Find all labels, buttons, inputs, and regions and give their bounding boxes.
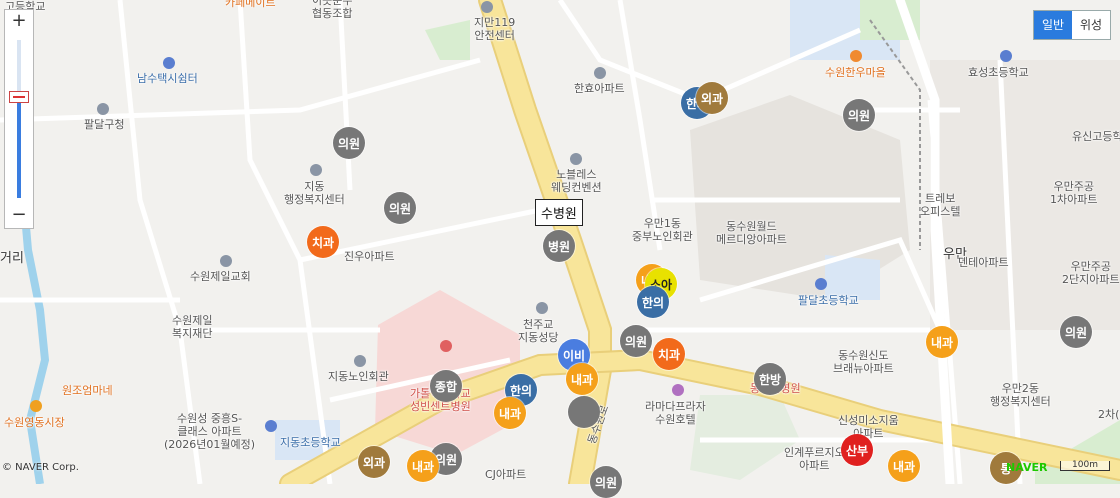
place-label: 지만119 안전센터 [474, 16, 516, 42]
church-icon [220, 255, 232, 267]
taxi-icon [163, 57, 175, 69]
internal-medicine-marker[interactable]: 내과 [926, 326, 958, 358]
internal-medicine-marker[interactable]: 내과 [888, 450, 920, 482]
place-label: 라마다프라자 수원호텔 [645, 400, 706, 426]
place-label: 수원제일 복지재단 [172, 314, 213, 340]
wedding-hall-icon [570, 153, 582, 165]
zoom-slider-handle[interactable] [9, 90, 29, 103]
internal-medicine-marker[interactable]: 내과 [494, 397, 526, 429]
surgery-marker[interactable]: 외과 [696, 82, 728, 114]
obstetrics-marker[interactable]: 산부 [841, 434, 873, 466]
place-label: CJ아파트 [485, 468, 527, 481]
government-office-icon [310, 164, 322, 176]
place-label: 지동노인회관 [328, 370, 389, 383]
place-label: 카페메이트 [225, 0, 276, 9]
school-icon [265, 420, 277, 432]
general-hospital-marker[interactable]: 종합 [430, 370, 462, 402]
place-label: 효성초등학교 [968, 66, 1029, 79]
internal-medicine-marker[interactable]: 내과 [566, 363, 598, 395]
hospital-tooltip: 수병원 [535, 199, 583, 226]
market-icon [30, 400, 42, 412]
place-label: 동수원신도 브래뉴아파트 [833, 349, 894, 375]
dental-marker[interactable]: 치과 [653, 338, 685, 370]
place-label: 원조엄마네 [62, 384, 113, 397]
naver-logo: NAVER [1006, 461, 1048, 474]
place-label: 인계푸르지오 아파트 [784, 446, 845, 472]
place-label: 우만1동 중부노인회관 [632, 217, 693, 243]
place-label: 수원한우마을 [825, 66, 886, 79]
clinic-marker[interactable]: 의원 [590, 466, 622, 498]
place-label: 한효아파트 [574, 82, 625, 95]
hospital-icon [440, 340, 452, 352]
place-label: 수원성 중흥S- 클래스 아파트 (2026년01월예정) [164, 412, 256, 451]
map-type-satellite-button[interactable]: 위성 [1072, 11, 1110, 39]
fire-station-icon [481, 1, 493, 13]
place-label: 동수원월드 메르디앙아파트 [716, 220, 787, 246]
scale-bar: 100m [1060, 461, 1110, 471]
place-label: 우만주공 1차아파트 [1050, 180, 1098, 206]
zoom-out-button[interactable]: − [5, 204, 33, 226]
place-label: 트레보 오피스텔 [920, 192, 961, 218]
hospital-marker[interactable]: 병원 [543, 230, 575, 262]
place-label: 덴테아파트 [958, 256, 1009, 269]
place-label: 우만2동 행정복지센터 [990, 382, 1051, 408]
oriental-clinic-marker[interactable]: 한방 [754, 363, 786, 395]
surgery-marker[interactable]: 외과 [358, 446, 390, 478]
place-label: 지동초등학교 [280, 436, 341, 449]
church-icon [536, 302, 548, 314]
place-label: 유신고등학 [1072, 130, 1120, 143]
clinic-marker[interactable]: 의원 [843, 99, 875, 131]
place-label: 노블레스 웨딩컨벤션 [551, 168, 602, 194]
map-type-toggle: 일반 위성 [1033, 10, 1111, 40]
place-label: 수원제일교회 [190, 270, 251, 283]
school-icon [815, 278, 827, 290]
hotel-icon [672, 384, 684, 396]
copyright-text: © NAVER Corp. [2, 462, 79, 473]
place-label: 팔달초등학교 [798, 294, 859, 307]
clinic-marker[interactable]: 의원 [620, 325, 652, 357]
place-label: 거리 [0, 251, 24, 266]
apartment-icon [594, 67, 606, 79]
place-label: 지동 행정복지센터 [284, 180, 345, 206]
place-label: 남수택시쉼터 [137, 72, 198, 85]
place-label: 수원영동시장 [4, 416, 65, 429]
internal-medicine-marker[interactable]: 내과 [407, 450, 439, 482]
place-label: 진우아파트 [344, 250, 395, 263]
place-label: 팔달구청 [84, 118, 125, 131]
zoom-level-fill [17, 96, 21, 198]
clinic-marker[interactable]: 의원 [384, 192, 416, 224]
place-label: 2차( [1098, 408, 1120, 421]
clinic-marker[interactable]: 의원 [1060, 316, 1092, 348]
place-label: 이곳운수 협동조합 [312, 0, 353, 20]
school-icon [1000, 50, 1012, 62]
senior-center-icon [354, 355, 366, 367]
oriental-medicine-marker[interactable]: 한의 [637, 286, 669, 318]
clinic-marker[interactable] [568, 396, 600, 428]
restaurant-icon [850, 50, 862, 62]
clinic-marker[interactable]: 의원 [333, 127, 365, 159]
place-label: 천주교 지동성당 [518, 318, 559, 344]
zoom-in-button[interactable]: + [5, 10, 33, 32]
place-label: 우만주공 2단지아파트 [1062, 260, 1120, 286]
zoom-control: + − [4, 9, 34, 229]
government-office-icon [97, 103, 109, 115]
dental-marker[interactable]: 치과 [307, 226, 339, 258]
map-type-normal-button[interactable]: 일반 [1034, 11, 1072, 39]
